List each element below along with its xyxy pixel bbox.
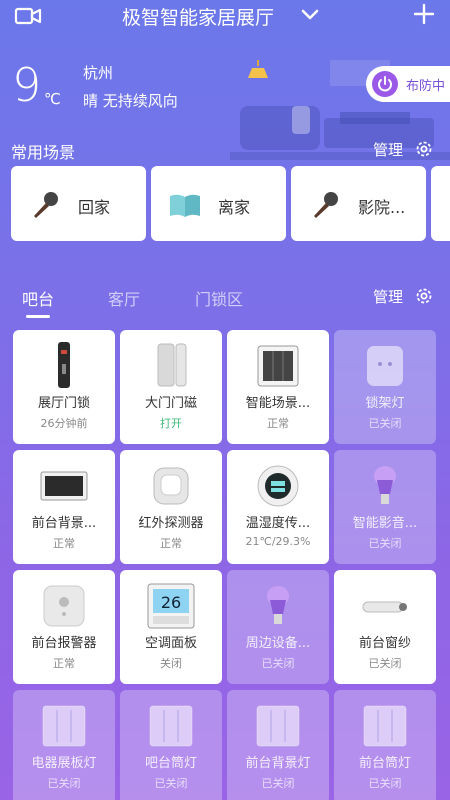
device-card[interactable]: 吧台筒灯 已关闭 bbox=[120, 690, 222, 800]
device-status: 已关闭 bbox=[368, 537, 402, 550]
temperature-value: 9 bbox=[12, 58, 42, 112]
scenes-title: 常用场景 bbox=[11, 143, 76, 162]
light-switch-icon bbox=[253, 702, 303, 750]
device-name: 前台背景... bbox=[31, 516, 97, 531]
device-name: 前台窗纱 bbox=[358, 636, 411, 651]
device-card[interactable]: 电器展板灯 已关闭 bbox=[13, 690, 115, 800]
device-status: 关闭 bbox=[160, 657, 182, 670]
device-card[interactable]: 周边设备... 已关闭 bbox=[227, 570, 329, 684]
tab-lock-area[interactable]: 门锁区 bbox=[195, 286, 243, 310]
tab-living-room[interactable]: 客厅 bbox=[108, 286, 140, 310]
device-name: 智能影音... bbox=[352, 516, 418, 531]
scene-label: 影院... bbox=[358, 198, 406, 217]
thermostat-icon: 26 bbox=[146, 582, 196, 630]
scene-card-partial[interactable] bbox=[431, 166, 450, 241]
device-name: 空调面板 bbox=[144, 636, 197, 651]
microphone-icon bbox=[314, 192, 338, 218]
gear-icon[interactable] bbox=[414, 139, 434, 159]
device-card[interactable]: 前台背景... 正常 bbox=[13, 450, 115, 564]
device-status: 已关闭 bbox=[154, 777, 188, 790]
camera-icon[interactable] bbox=[14, 6, 42, 26]
device-name: 温湿度传... bbox=[245, 516, 311, 531]
power-icon bbox=[372, 71, 398, 97]
device-status: 已关闭 bbox=[261, 777, 295, 790]
display-panel-icon bbox=[39, 462, 89, 510]
weather-condition: 晴 无持续风向 bbox=[83, 92, 178, 110]
device-status: 打开 bbox=[160, 417, 182, 430]
device-card[interactable]: 红外探测器 正常 bbox=[120, 450, 222, 564]
device-status: 已关闭 bbox=[368, 657, 402, 670]
plus-icon[interactable] bbox=[413, 3, 435, 25]
device-name: 前台背景灯 bbox=[245, 756, 311, 771]
scene-label: 回家 bbox=[78, 198, 111, 217]
device-card[interactable]: 展厅门锁 26分钟前 bbox=[13, 330, 115, 444]
device-name: 前台筒灯 bbox=[358, 756, 411, 771]
temperature-unit: ℃ bbox=[44, 90, 61, 108]
bulb-icon bbox=[253, 582, 303, 630]
device-name: 红外探测器 bbox=[138, 516, 204, 531]
scenes-manage-button[interactable]: 管理 bbox=[373, 139, 403, 160]
scene-panel-icon bbox=[253, 342, 303, 390]
scene-card-cinema[interactable]: 影院... bbox=[291, 166, 426, 241]
alarm-icon bbox=[39, 582, 89, 630]
chevron-down-icon[interactable] bbox=[300, 8, 320, 22]
device-name: 智能场景... bbox=[245, 396, 311, 411]
device-status: 正常 bbox=[160, 537, 182, 550]
device-card[interactable]: 智能场景... 正常 bbox=[227, 330, 329, 444]
device-name: 电器展板灯 bbox=[31, 756, 97, 771]
device-status: 26分钟前 bbox=[40, 417, 88, 430]
tab-underline bbox=[26, 315, 50, 318]
device-name: 大门门磁 bbox=[144, 396, 197, 411]
home-title[interactable]: 极智智能家居展厅 bbox=[122, 3, 274, 30]
device-card[interactable]: 大门门磁 打开 bbox=[120, 330, 222, 444]
device-card[interactable]: 前台筒灯 已关闭 bbox=[334, 690, 436, 800]
door-lock-icon bbox=[39, 342, 89, 390]
device-card[interactable]: 智能影音... 已关闭 bbox=[334, 450, 436, 564]
infrared-sensor-icon bbox=[146, 462, 196, 510]
thermometer-icon bbox=[253, 462, 303, 510]
gear-icon[interactable] bbox=[414, 286, 434, 306]
device-status: 已关闭 bbox=[47, 777, 81, 790]
device-name: 锁架灯 bbox=[365, 396, 405, 411]
light-switch-icon bbox=[39, 702, 89, 750]
arm-status-button[interactable]: 布防中 bbox=[366, 66, 450, 102]
bulb-icon bbox=[360, 462, 410, 510]
light-switch-icon bbox=[360, 702, 410, 750]
device-status: 正常 bbox=[53, 537, 75, 550]
device-name: 吧台筒灯 bbox=[144, 756, 197, 771]
device-status: 已关闭 bbox=[261, 657, 295, 670]
book-icon bbox=[170, 194, 200, 217]
device-card[interactable]: 温湿度传... 21℃/29.3% bbox=[227, 450, 329, 564]
device-name: 周边设备... bbox=[245, 636, 311, 651]
city-label: 杭州 bbox=[83, 64, 114, 82]
rooms-manage-button[interactable]: 管理 bbox=[373, 286, 403, 307]
device-status: 正常 bbox=[53, 657, 75, 670]
device-card[interactable]: 锁架灯 已关闭 bbox=[334, 330, 436, 444]
device-name: 展厅门锁 bbox=[37, 396, 90, 411]
device-status: 已关闭 bbox=[368, 417, 402, 430]
device-card[interactable]: 前台背景灯 已关闭 bbox=[227, 690, 329, 800]
arm-status-label: 布防中 bbox=[406, 79, 446, 94]
device-status: 已关闭 bbox=[368, 777, 402, 790]
scene-card-home[interactable]: 回家 bbox=[11, 166, 146, 241]
device-name: 前台报警器 bbox=[31, 636, 97, 651]
door-sensor-icon bbox=[146, 342, 196, 390]
tab-bar[interactable]: 吧台 bbox=[22, 286, 54, 310]
light-switch-icon bbox=[146, 702, 196, 750]
microphone-icon bbox=[34, 192, 58, 218]
device-status: 21℃/29.3% bbox=[245, 535, 311, 548]
scene-label: 离家 bbox=[218, 198, 251, 217]
smart-plug-icon bbox=[360, 342, 410, 390]
device-card[interactable]: 26 空调面板关闭 bbox=[120, 570, 222, 684]
device-card[interactable]: 前台报警器 正常 bbox=[13, 570, 115, 684]
curtain-motor-icon bbox=[360, 582, 410, 630]
device-card[interactable]: 前台窗纱 已关闭 bbox=[334, 570, 436, 684]
top-bar: 极智智能家居展厅 bbox=[0, 0, 450, 32]
scene-card-away[interactable]: 离家 bbox=[151, 166, 286, 241]
device-status: 正常 bbox=[267, 417, 289, 430]
svg-text:26: 26 bbox=[161, 593, 181, 612]
